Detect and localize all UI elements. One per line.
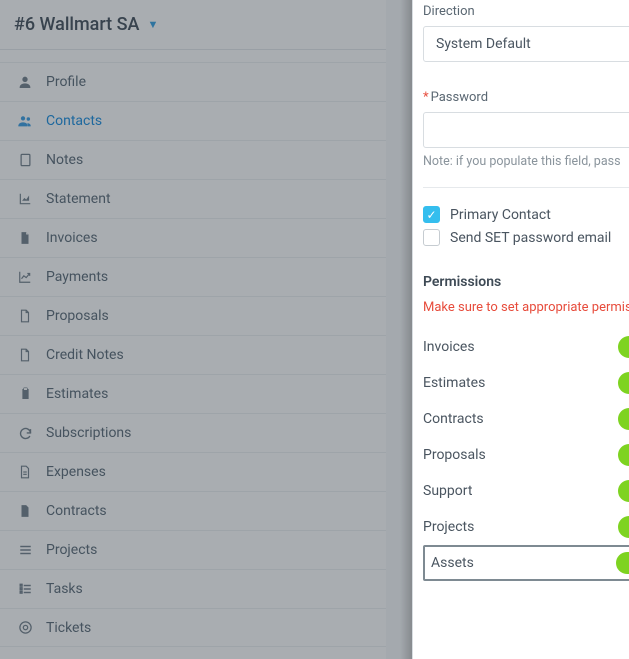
sidebar-item-contracts[interactable]: Contracts	[0, 491, 386, 530]
sidebar-item-estimates[interactable]: Estimates	[0, 374, 386, 413]
permissions-title: Permissions	[423, 274, 629, 290]
primary-contact-checkbox[interactable]: ✓ Primary Contact	[423, 206, 629, 223]
chevron-down-icon: ▼	[147, 18, 158, 31]
sidebar-item-invoices[interactable]: Invoices	[0, 218, 386, 257]
sidebar-item-tasks[interactable]: Tasks	[0, 569, 386, 608]
refresh-icon	[14, 426, 36, 441]
sidebar-item-label: Invoices	[46, 230, 98, 246]
file-outline-icon	[14, 308, 36, 324]
permission-row-proposals: Proposals	[423, 437, 629, 473]
bars-icon	[14, 543, 36, 557]
primary-contact-label: Primary Contact	[450, 207, 551, 223]
tablet-icon	[14, 152, 36, 168]
support-icon	[14, 620, 36, 635]
permission-row-projects: Projects	[423, 509, 629, 545]
tasks-icon	[14, 582, 36, 596]
direction-select[interactable]: System Default	[423, 26, 629, 62]
sidebar-item-label: Tasks	[46, 581, 83, 597]
sidebar-item-payments[interactable]: Payments	[0, 257, 386, 296]
toggle-assets[interactable]	[616, 552, 629, 574]
sidebar-item-label: Contracts	[46, 503, 107, 519]
sidebar-nav: Profile Contacts Notes Statement Invoice	[0, 62, 386, 647]
users-icon	[14, 113, 36, 129]
permission-row-invoices: Invoices	[423, 329, 629, 365]
sidebar-item-label: Statement	[46, 191, 111, 207]
document-icon	[14, 503, 36, 519]
sidebar-item-notes[interactable]: Notes	[0, 140, 386, 179]
sidebar-item-label: Notes	[46, 152, 83, 168]
permission-label: Invoices	[423, 339, 475, 355]
checkbox-unchecked-icon	[423, 229, 440, 246]
file-outline-icon	[14, 347, 36, 363]
direction-value: System Default	[436, 36, 531, 52]
sidebar-item-tickets[interactable]: Tickets	[0, 608, 386, 647]
toggle-proposals[interactable]	[618, 444, 629, 466]
required-star-icon: *	[423, 90, 429, 105]
sidebar-item-label: Contacts	[46, 113, 102, 129]
sidebar-item-label: Expenses	[46, 464, 106, 480]
sidebar-item-label: Estimates	[46, 386, 108, 402]
permission-label: Projects	[423, 519, 474, 535]
client-sidebar: #6 Wallmart SA ▼ Profile Contacts Notes	[0, 0, 386, 659]
client-header[interactable]: #6 Wallmart SA ▼	[0, 0, 386, 50]
permission-row-contracts: Contracts	[423, 401, 629, 437]
sidebar-item-label: Credit Notes	[46, 347, 124, 363]
direction-label: Direction	[423, 4, 629, 19]
sidebar-item-label: Profile	[46, 74, 86, 90]
sidebar-item-label: Projects	[46, 542, 97, 558]
permission-label: Contracts	[423, 411, 484, 427]
password-label: *Password	[423, 90, 629, 105]
sidebar-item-contacts[interactable]: Contacts	[0, 101, 386, 140]
area-chart-icon	[14, 192, 36, 206]
sidebar-item-profile[interactable]: Profile	[0, 62, 386, 101]
sidebar-item-label: Tickets	[46, 620, 91, 636]
permission-row-support: Support	[423, 473, 629, 509]
checkbox-checked-icon: ✓	[423, 206, 440, 223]
sidebar-item-projects[interactable]: Projects	[0, 530, 386, 569]
toggle-contracts[interactable]	[618, 408, 629, 430]
permission-label: Support	[423, 483, 472, 499]
permission-row-estimates: Estimates	[423, 365, 629, 401]
permission-label: Proposals	[423, 447, 486, 463]
sidebar-item-expenses[interactable]: Expenses	[0, 452, 386, 491]
sidebar-item-label: Payments	[46, 269, 108, 285]
sidebar-item-credit-notes[interactable]: Credit Notes	[0, 335, 386, 374]
send-set-password-label: Send SET password email	[450, 230, 611, 246]
clipboard-icon	[14, 386, 36, 402]
toggle-estimates[interactable]	[618, 372, 629, 394]
toggle-projects[interactable]	[618, 516, 629, 538]
password-hint: Note: if you populate this field, pass	[423, 154, 629, 169]
divider	[423, 187, 629, 188]
permissions-warning: Make sure to set appropriate permis	[423, 300, 629, 315]
file-lines-icon	[14, 464, 36, 480]
send-set-password-checkbox[interactable]: Send SET password email	[423, 229, 629, 246]
permission-row-assets: Assets	[423, 545, 629, 581]
sidebar-item-statement[interactable]: Statement	[0, 179, 386, 218]
panel-shadow	[400, 0, 412, 659]
user-icon	[14, 74, 36, 90]
sidebar-item-subscriptions[interactable]: Subscriptions	[0, 413, 386, 452]
sidebar-item-label: Proposals	[46, 308, 109, 324]
line-chart-icon	[14, 270, 36, 284]
permission-label: Assets	[431, 555, 474, 571]
client-title: #6 Wallmart SA	[14, 14, 139, 35]
password-input[interactable]	[423, 112, 629, 148]
sidebar-item-proposals[interactable]: Proposals	[0, 296, 386, 335]
contact-edit-panel: Direction System Default *Password Note:…	[412, 0, 629, 659]
toggle-invoices[interactable]	[618, 336, 629, 358]
document-icon	[14, 230, 36, 246]
toggle-support[interactable]	[618, 480, 629, 502]
permission-label: Estimates	[423, 375, 485, 391]
sidebar-item-label: Subscriptions	[46, 425, 131, 441]
